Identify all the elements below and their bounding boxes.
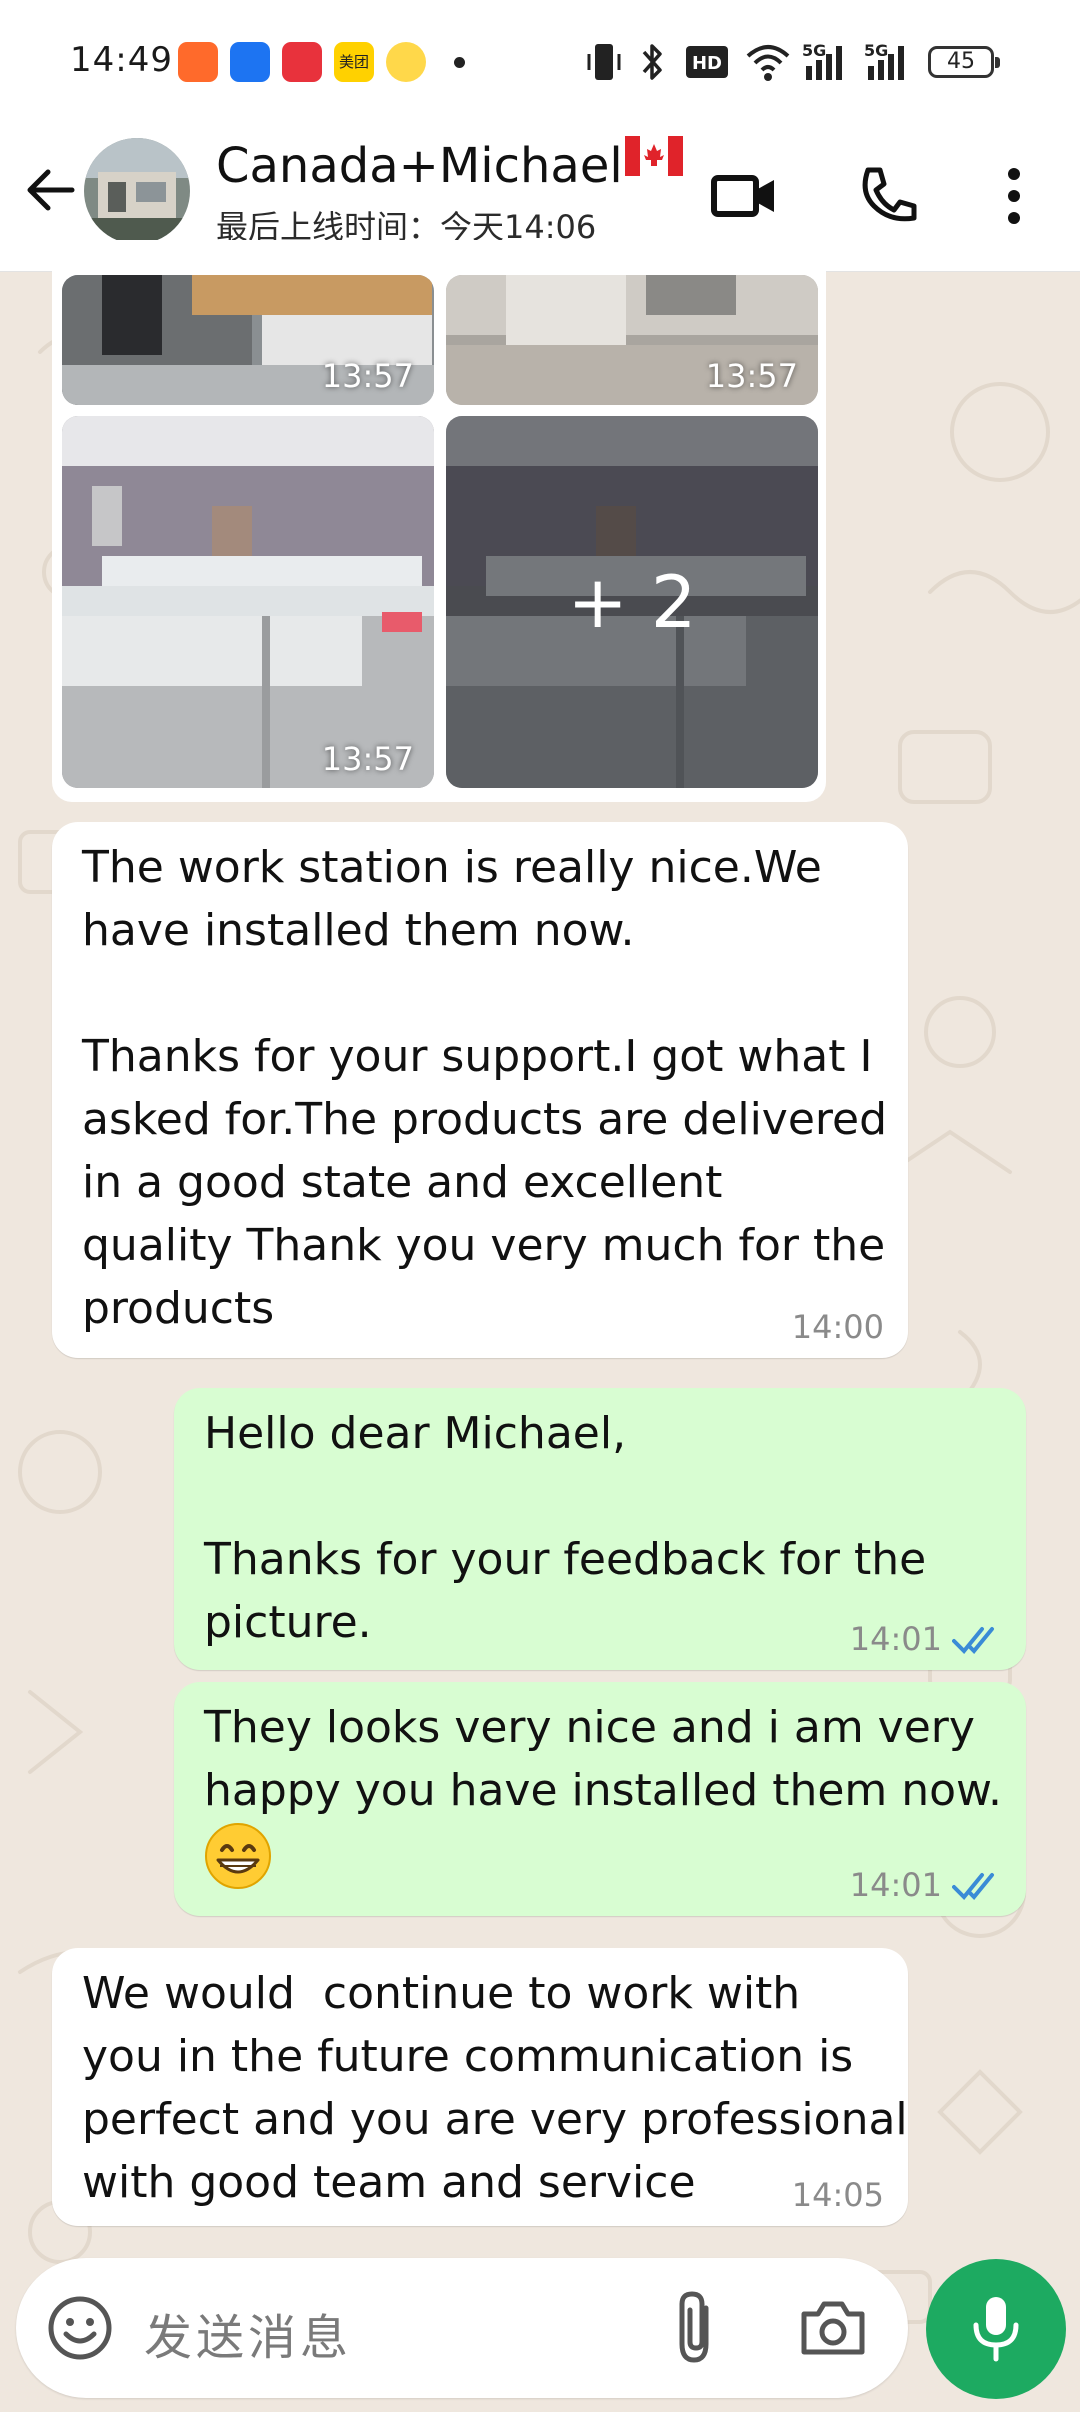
meituan-icon: 美团 — [334, 42, 374, 82]
media-album-bubble: 13:57 13:57 13:57 + 2 — [52, 240, 826, 802]
status-time: 14:49 — [70, 40, 173, 80]
photo-thumb[interactable]: 13:57 — [446, 275, 818, 405]
outgoing-message[interactable]: Hello dear Michael, Thanks for your feed… — [174, 1388, 1026, 1670]
battery-level: 45 — [947, 49, 975, 74]
read-receipt-icon — [952, 1873, 994, 1900]
whatsapp-chat-screen: 14:49 美团 HD 5G 5G 45 Canada+Michael 最后上线… — [0, 0, 1080, 2412]
message-time: 14:01 — [849, 1620, 942, 1658]
photo-thumb[interactable]: 13:57 — [62, 416, 434, 788]
weibo-icon — [386, 42, 426, 82]
attach-icon[interactable] — [666, 2288, 726, 2368]
emoji-icon[interactable] — [46, 2294, 114, 2362]
svg-text:HD: HD — [692, 53, 722, 74]
taobao-icon — [178, 42, 218, 82]
message-time: 14:05 — [791, 2176, 884, 2214]
video-call-icon[interactable] — [706, 158, 782, 234]
grinning-face-icon — [205, 1823, 271, 1889]
status-bar: 14:49 美团 HD 5G 5G 45 — [0, 0, 1080, 120]
incoming-message[interactable]: We would continue to work with you in th… — [52, 1948, 908, 2226]
canada-flag-icon — [624, 136, 683, 176]
bluetooth-icon — [642, 44, 662, 80]
message-composer: 发送消息 — [16, 2258, 908, 2398]
battery-icon: 45 — [928, 46, 1000, 78]
incoming-message[interactable]: The work station is really nice.We have … — [52, 822, 908, 1358]
photo-thumb[interactable]: 13:57 — [62, 275, 434, 405]
message-meta: 14:05 — [792, 2176, 884, 2214]
notification-dot — [454, 57, 465, 68]
vibrate-icon — [587, 44, 621, 80]
message-time: 14:00 — [791, 1308, 884, 1346]
back-arrow-icon[interactable] — [20, 160, 80, 220]
contact-name[interactable]: Canada+Michael — [216, 136, 683, 194]
more-photos-thumb[interactable]: + 2 — [446, 416, 818, 788]
voice-call-icon[interactable] — [850, 158, 926, 234]
signal-icon-2: 5G — [864, 41, 904, 80]
photo-time: 13:57 — [321, 357, 414, 395]
photo-time: 13:57 — [705, 357, 798, 395]
voice-message-button[interactable] — [926, 2259, 1066, 2399]
alibaba-icon — [230, 42, 270, 82]
pinduoduo-icon — [282, 42, 322, 82]
message-meta: 14:01 — [850, 1620, 1002, 1658]
microphone-icon — [973, 2297, 1019, 2362]
message-meta: 14:01 — [850, 1866, 1002, 1904]
read-receipt-icon — [952, 1627, 994, 1654]
message-input[interactable]: 发送消息 — [144, 2298, 352, 2368]
more-photos-count: + 2 — [567, 560, 697, 644]
svg-text:5G: 5G — [864, 41, 888, 60]
message-text: Hello dear Michael, Thanks for your feed… — [204, 1408, 927, 1648]
camera-icon[interactable] — [798, 2292, 868, 2362]
contact-name-text: Canada+Michael — [216, 138, 623, 194]
more-options-icon[interactable] — [976, 158, 1052, 234]
wifi-icon — [746, 45, 790, 81]
message-text: The work station is really nice.We have … — [82, 842, 888, 1334]
signal-icon-1: 5G — [802, 41, 842, 80]
hd-voice-icon: HD — [686, 46, 728, 78]
message-time: 14:01 — [849, 1866, 942, 1904]
svg-text:5G: 5G — [802, 41, 826, 60]
message-meta: 14:00 — [792, 1308, 884, 1346]
message-text-body: They looks very nice and i am very happy… — [204, 1702, 1002, 1816]
contact-avatar[interactable] — [84, 138, 190, 244]
message-text: We would continue to work with you in th… — [82, 1968, 908, 2208]
outgoing-message[interactable]: They looks very nice and i am very happy… — [174, 1682, 1026, 1916]
photo-time: 13:57 — [321, 740, 414, 778]
